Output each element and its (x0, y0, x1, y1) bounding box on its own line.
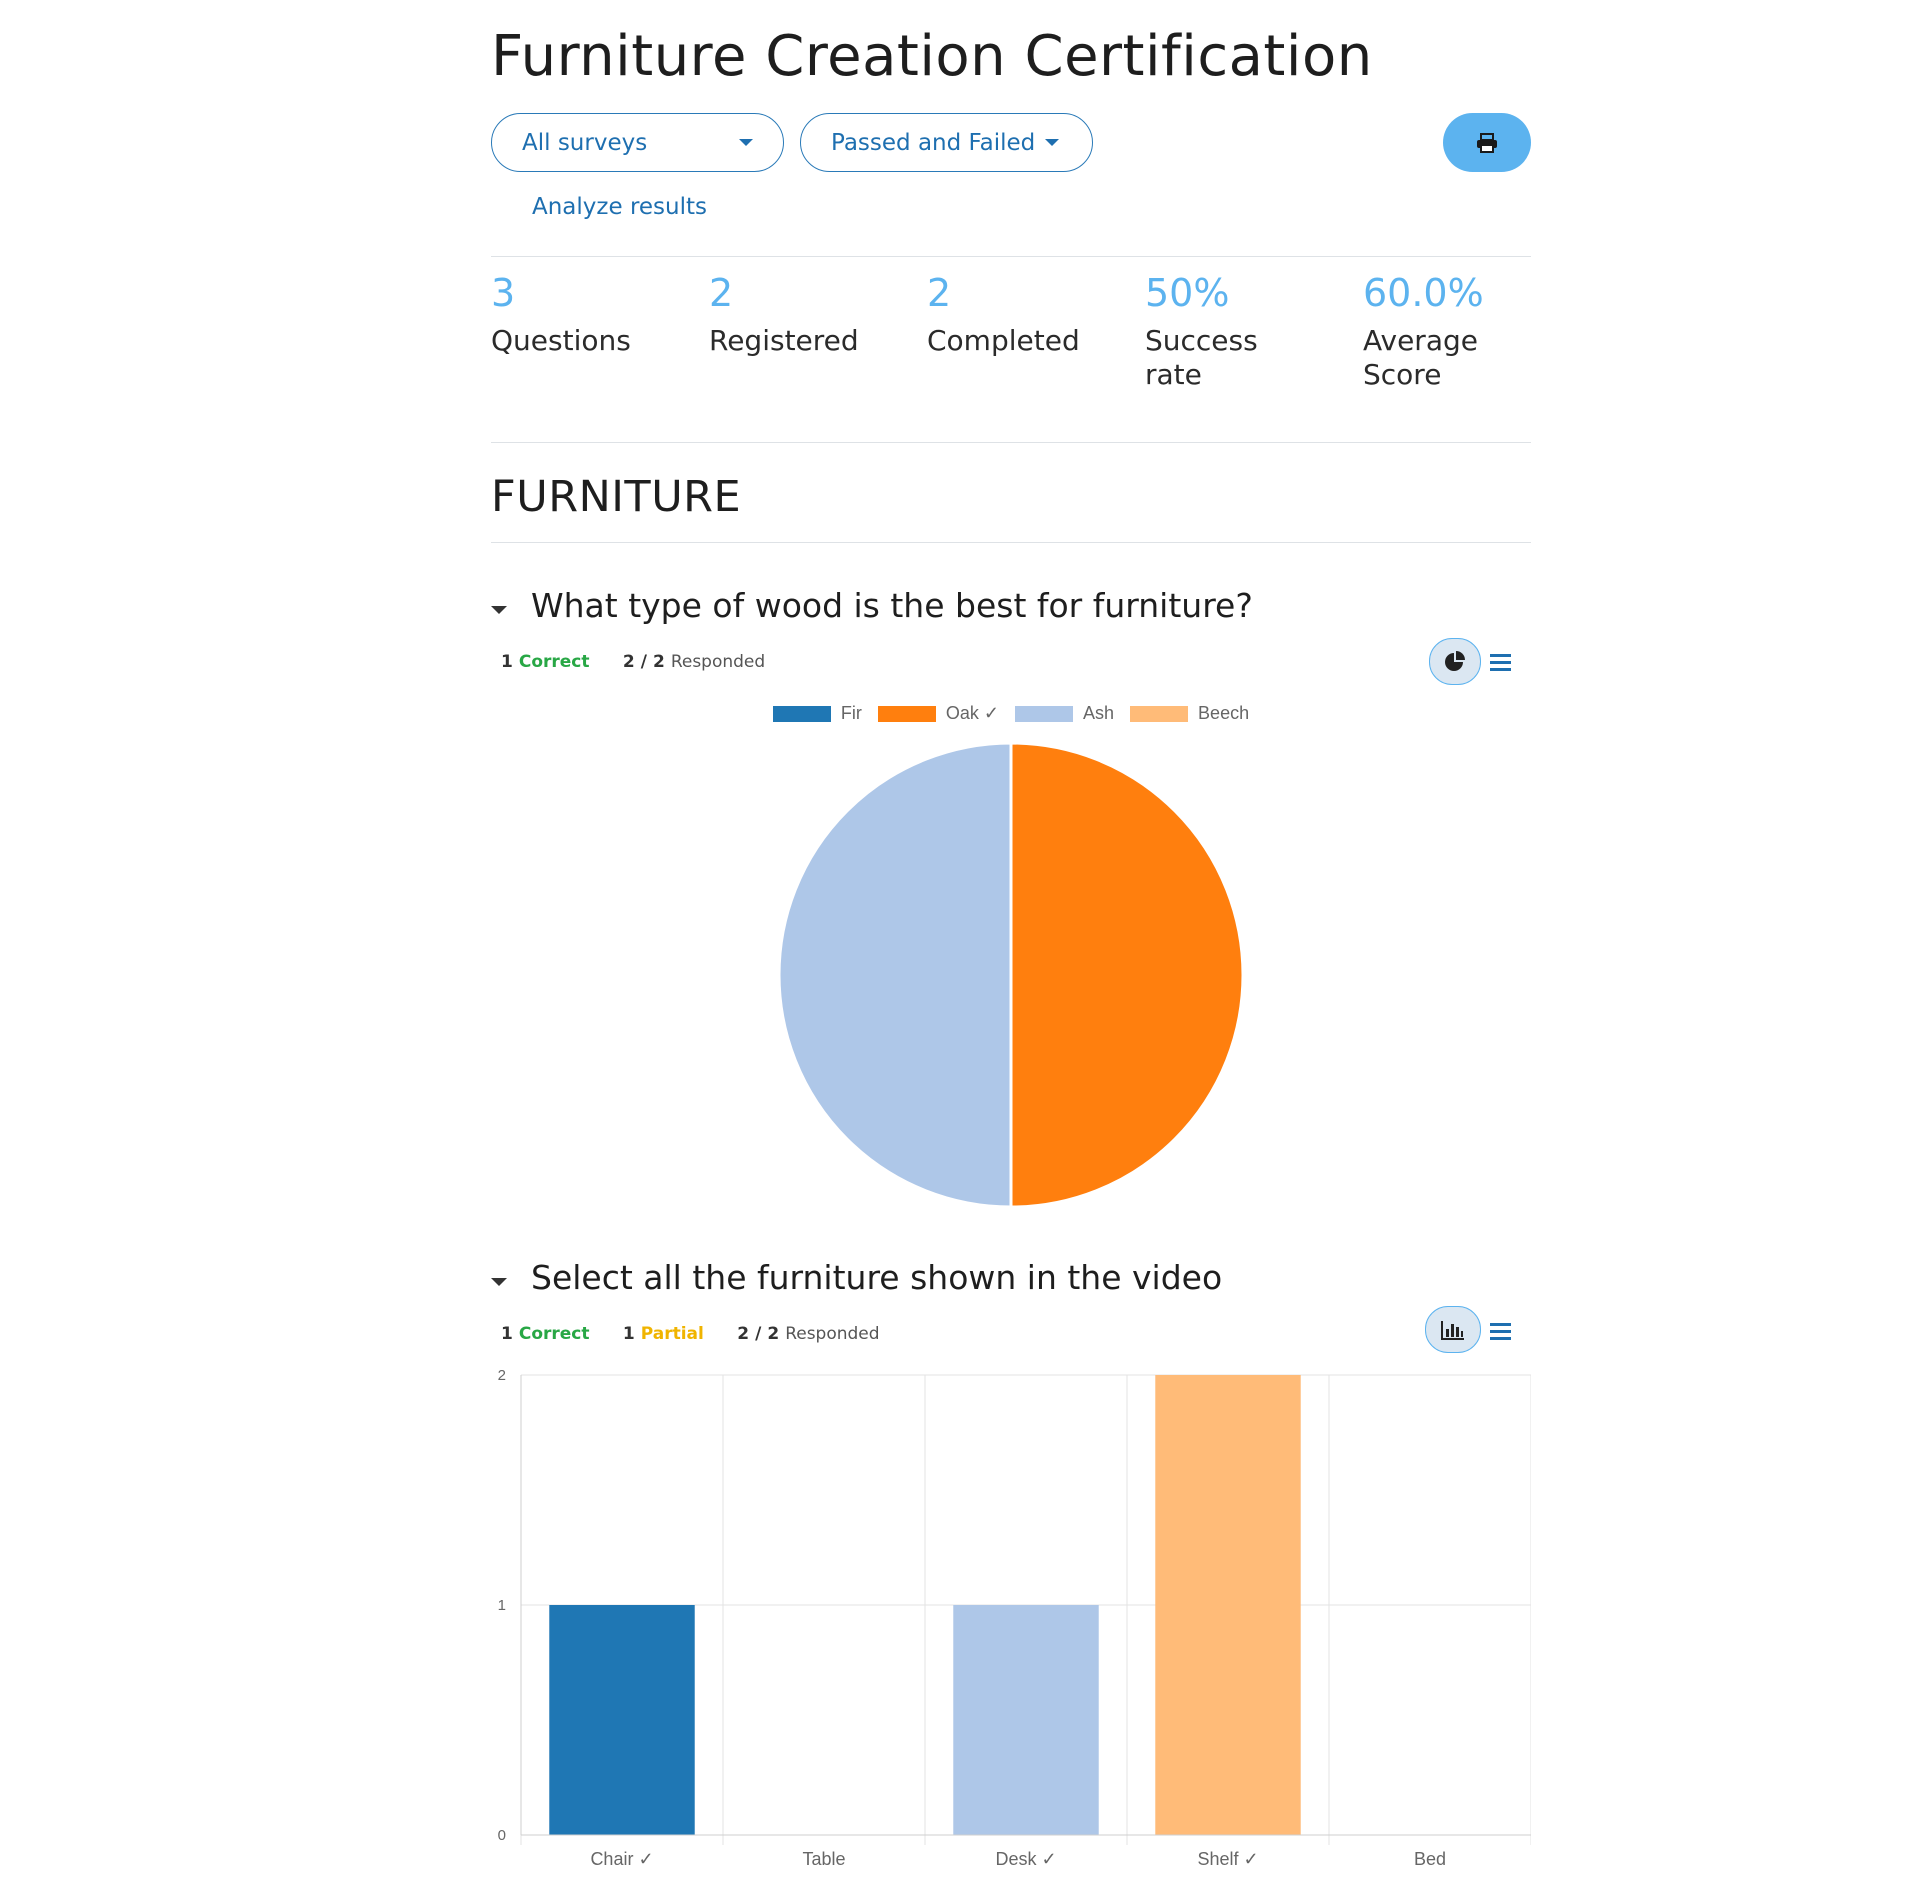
legend-swatch (1015, 705, 1074, 722)
analyze-results-link[interactable]: Analyze results (532, 194, 707, 220)
pie-slice[interactable] (777, 741, 1013, 1209)
x-tick-label: Desk ✓ (995, 1849, 1056, 1869)
legend-label: Beech (1198, 703, 1250, 723)
stat-label: Registered (709, 324, 859, 357)
bar-chart-icon (1441, 1320, 1464, 1340)
bar[interactable] (953, 1605, 1099, 1835)
chevron-down-icon (739, 139, 753, 146)
legend-item[interactable]: Oak ✓ (877, 703, 1000, 724)
section-title: FURNITURE (491, 472, 742, 522)
x-tick-label: Bed (1414, 1849, 1446, 1869)
question-2-stats: 1 Correct 1 Partial 2/2 Responded (501, 1324, 880, 1344)
stat-label: Success rate (1145, 324, 1258, 391)
stat-average-score: 60.0% Average Score (1363, 270, 1503, 392)
list-view-toggle[interactable] (1490, 647, 1520, 677)
partial-label: Partial (640, 1324, 704, 1344)
pie-chart-view-toggle[interactable] (1429, 638, 1481, 685)
correct-label: Correct (518, 1324, 590, 1344)
results-container: Furniture Creation Certification All sur… (491, 0, 1531, 1885)
bar-chart-view-toggle[interactable] (1425, 1306, 1481, 1353)
responded-count: 2 (622, 652, 635, 672)
surveys-filter-dropdown[interactable]: All surveys (491, 113, 784, 172)
y-tick-label: 0 (498, 1827, 506, 1844)
responded-label: Responded (670, 652, 766, 672)
page-title: Furniture Creation Certification (491, 24, 1373, 89)
legend-item[interactable]: Beech (1130, 703, 1249, 724)
stat-questions: 3 Questions (491, 270, 681, 358)
legend-label: Ash (1083, 703, 1115, 723)
correct-count: 1 (501, 652, 513, 672)
stat-completed: 2 Completed (927, 270, 1117, 358)
wood-pie-chart (777, 741, 1245, 1209)
question-1-title[interactable]: What type of wood is the best for furnit… (491, 586, 1253, 625)
bar[interactable] (1155, 1375, 1301, 1835)
legend-item[interactable]: Fir (772, 703, 862, 724)
list-icon (1490, 1322, 1511, 1326)
correct-label: Correct (518, 652, 590, 672)
collapse-caret-icon (491, 1277, 507, 1286)
total-count: 2 (767, 1324, 780, 1344)
stat-label: Completed (927, 324, 1080, 357)
stat-value: 2 (709, 271, 734, 315)
question-1-stats: 1 Correct 2/2 Responded (501, 652, 766, 672)
correct-count: 1 (501, 1324, 513, 1344)
question-1-text: What type of wood is the best for furnit… (531, 586, 1253, 625)
x-tick-label: Table (802, 1849, 845, 1869)
divider (491, 256, 1531, 257)
pie-slice[interactable] (1009, 741, 1245, 1209)
divider (491, 442, 1531, 443)
pie-legend: Fir Oak ✓ Ash Beech (491, 703, 1531, 724)
status-filter-label: Passed and Failed (831, 129, 1036, 156)
print-button[interactable] (1443, 113, 1531, 172)
legend-swatch (772, 705, 831, 722)
question-2-title[interactable]: Select all the furniture shown in the vi… (491, 1258, 1222, 1297)
legend-swatch (877, 705, 936, 722)
stat-success-rate: 50% Success rate (1145, 270, 1275, 392)
collapse-caret-icon (491, 605, 507, 614)
responded-count: 2 (737, 1324, 750, 1344)
legend-label: Fir (840, 703, 862, 723)
total-count: 2 (652, 652, 665, 672)
chevron-down-icon (1045, 139, 1060, 146)
status-filter-dropdown[interactable]: Passed and Failed (800, 113, 1093, 172)
surveys-filter-label: All surveys (522, 129, 648, 156)
responded-label: Responded (785, 1324, 880, 1344)
stat-value: 2 (927, 271, 952, 315)
legend-swatch (1130, 705, 1189, 722)
y-tick-label: 2 (498, 1367, 506, 1384)
list-icon (1490, 653, 1511, 657)
furniture-bar-chart: 0 1 2 Chair ✓ Table Desk ✓ Shelf ✓ Bed (498, 1367, 1531, 1869)
stat-label: Questions (491, 324, 631, 357)
x-tick-label: Shelf ✓ (1197, 1849, 1258, 1869)
x-tick-label: Chair ✓ (590, 1849, 653, 1869)
stat-value: 60.0% (1363, 271, 1484, 315)
stat-value: 3 (491, 271, 516, 315)
stat-label: Average Score (1363, 324, 1478, 391)
partial-count: 1 (622, 1324, 635, 1344)
stat-value: 50% (1145, 271, 1230, 315)
stat-registered: 2 Registered (709, 270, 899, 358)
printer-icon (1477, 132, 1497, 153)
question-2-text: Select all the furniture shown in the vi… (531, 1258, 1223, 1297)
divider (491, 542, 1531, 543)
legend-label: Oak ✓ (945, 703, 1000, 723)
list-view-toggle[interactable] (1490, 1316, 1520, 1346)
bar[interactable] (549, 1605, 695, 1835)
legend-item[interactable]: Ash (1015, 703, 1114, 724)
pie-chart-icon (1445, 650, 1465, 671)
y-tick-label: 1 (498, 1597, 506, 1614)
